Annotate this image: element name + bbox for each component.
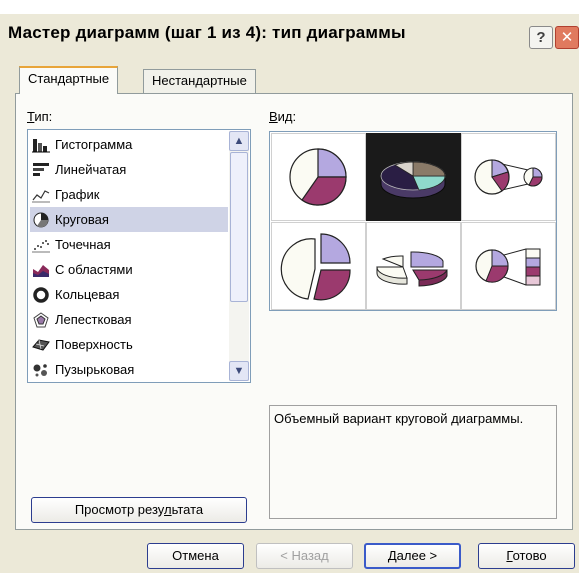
close-icon[interactable]: ✕ bbox=[555, 26, 579, 49]
subtype-exploded-pie[interactable] bbox=[271, 222, 366, 310]
finish-button[interactable]: Готово bbox=[478, 543, 575, 569]
list-item-scatter[interactable]: Точечная bbox=[30, 232, 228, 257]
subtype-exploded-pie-3d[interactable] bbox=[366, 222, 461, 310]
tab-standard[interactable]: Стандартные bbox=[19, 66, 119, 94]
list-item-pie[interactable]: Круговая bbox=[30, 207, 228, 232]
list-item-label: Круговая bbox=[55, 212, 109, 227]
list-item-label: Гистограмма bbox=[55, 137, 133, 152]
chart-type-list[interactable]: Гистограмма Линейчатая График Круговая Т… bbox=[27, 129, 251, 383]
doughnut-chart-icon bbox=[33, 286, 49, 303]
window-title: Мастер диаграмм (шаг 1 из 4): тип диагра… bbox=[8, 23, 406, 42]
help-icon[interactable]: ? bbox=[529, 26, 553, 49]
list-item-label: С областями bbox=[55, 262, 133, 277]
subtype-description: Объемный вариант круговой диаграммы. bbox=[269, 405, 557, 519]
tab-custom[interactable]: Нестандартные bbox=[143, 69, 256, 93]
chart-wizard-dialog: Мастер диаграмм (шаг 1 из 4): тип диагра… bbox=[0, 0, 579, 573]
list-item-label: Кольцевая bbox=[55, 287, 120, 302]
scroll-thumb[interactable] bbox=[230, 152, 248, 302]
subtype-bar-of-pie-icon bbox=[475, 248, 541, 286]
subtype-pie-of-pie[interactable] bbox=[461, 133, 556, 221]
subtype-pie-of-pie-icon bbox=[474, 159, 543, 195]
chart-subtype-label: Вид: bbox=[269, 109, 297, 124]
list-item-radar[interactable]: Лепестковая bbox=[30, 307, 228, 332]
surface-chart-icon bbox=[32, 338, 50, 351]
list-item-label: Точечная bbox=[55, 237, 111, 252]
subtype-pie-3d-icon bbox=[380, 161, 446, 199]
area-chart-icon bbox=[33, 264, 49, 277]
list-item-bar[interactable]: Линейчатая bbox=[30, 157, 228, 182]
list-item-label: Линейчатая bbox=[55, 162, 127, 177]
list-item-label: График bbox=[55, 187, 100, 202]
page-edge bbox=[0, 0, 579, 14]
subtype-pie-icon bbox=[289, 148, 347, 206]
scroll-up-icon[interactable]: ▲ bbox=[229, 131, 249, 151]
list-item-label: Лепестковая bbox=[55, 312, 132, 327]
pie-chart-icon bbox=[33, 212, 49, 227]
chart-type-label: Тип: bbox=[27, 109, 53, 124]
radar-chart-icon bbox=[33, 311, 49, 327]
list-scrollbar[interactable]: ▲ ▼ bbox=[229, 131, 249, 381]
list-item-label: Поверхность bbox=[55, 337, 133, 352]
cancel-button[interactable]: Отмена bbox=[147, 543, 244, 569]
subtype-exploded-pie-icon bbox=[280, 233, 351, 301]
list-item-bubble[interactable]: Пузырьковая bbox=[30, 357, 228, 382]
chart-subtype-grid[interactable] bbox=[269, 131, 557, 311]
list-item-doughnut[interactable]: Кольцевая bbox=[30, 282, 228, 307]
subtype-bar-of-pie[interactable] bbox=[461, 222, 556, 310]
line-chart-icon bbox=[32, 189, 50, 202]
bubble-chart-icon bbox=[33, 363, 47, 376]
list-item-column[interactable]: Гистограмма bbox=[30, 132, 228, 157]
bar-chart-icon bbox=[33, 162, 49, 176]
back-button[interactable]: < Назад bbox=[256, 543, 353, 569]
title-bar: Мастер диаграмм (шаг 1 из 4): тип диагра… bbox=[0, 14, 579, 52]
column-chart-icon bbox=[32, 138, 50, 152]
subtype-exploded-pie-3d-icon bbox=[376, 251, 448, 287]
next-button[interactable]: Далее > bbox=[364, 543, 461, 569]
scatter-chart-icon bbox=[32, 239, 50, 252]
subtype-pie[interactable] bbox=[271, 133, 366, 221]
list-item-label: Пузырьковая bbox=[55, 362, 135, 377]
list-item-area[interactable]: С областями bbox=[30, 257, 228, 282]
subtype-pie-3d[interactable] bbox=[366, 133, 461, 221]
scroll-down-icon[interactable]: ▼ bbox=[229, 361, 249, 381]
preview-result-button[interactable]: Просмотр результата bbox=[31, 497, 247, 523]
list-item-line[interactable]: График bbox=[30, 182, 228, 207]
list-item-surface[interactable]: Поверхность bbox=[30, 332, 228, 357]
